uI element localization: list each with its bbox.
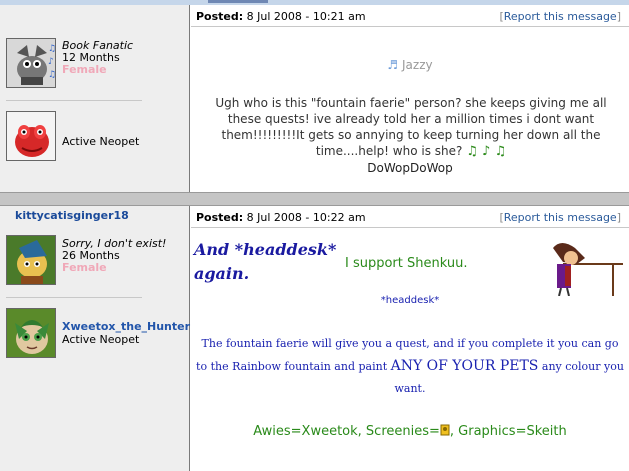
post2-pet-name[interactable]: Xweetox_the_Hunter	[62, 320, 190, 333]
post2-user-meta: Sorry, I don't exist! 26 Months Female	[62, 238, 166, 274]
post2-pet-status: Active Neopet	[62, 333, 140, 346]
post1-report: [Report this message]	[499, 10, 621, 23]
post1-pet-avatar[interactable]	[6, 111, 56, 161]
post2-headdesk-text: *headdesk*	[380, 295, 440, 306]
post1-author-divider	[6, 100, 142, 101]
post2-posted-label: Posted:	[196, 211, 244, 224]
post2-user-avatar[interactable]	[6, 235, 56, 285]
post2-username[interactable]: kittycatisginger18	[15, 209, 129, 222]
top-strip-accent	[208, 0, 268, 3]
post2-sig-a: Awies=Xweetok, Screenies=	[253, 424, 440, 439]
post1-posted-date: 8 Jul 2008 - 10:21 am	[246, 10, 366, 23]
post1-mood: ♬ Jazzy	[191, 58, 629, 72]
post2-username-text: kittycatisginger18	[15, 209, 129, 222]
post2-headline: And *headdesk* again.	[194, 240, 337, 283]
post1-message-panel: Posted: 8 Jul 2008 - 10:21 am [Report th…	[191, 5, 629, 192]
post2-sig-b: , Graphics=Skeith	[449, 424, 567, 439]
post2-user-gender: Female	[62, 261, 107, 274]
post1-pet-status: Active Neopet	[62, 135, 140, 148]
post2-posted-date: 8 Jul 2008 - 10:22 am	[246, 211, 366, 224]
post1-report-link[interactable]: Report this message	[504, 10, 617, 23]
post1-music-notes-icon: ♫ ♪ ♫	[48, 43, 58, 82]
post2-signature: Awies=Xweetok, Screenies= , Graphics=Skei…	[191, 423, 629, 439]
headdesk-icon	[541, 234, 623, 297]
post2-author-panel: kittycatisginger18 Sorry, I don't exist!…	[0, 206, 190, 471]
post2-pet-avatar[interactable]	[6, 308, 56, 358]
post2-report: [Report this message]	[499, 211, 621, 224]
post2-body-caps: ANY OF YOUR PETS	[390, 358, 539, 374]
post2-pet-info: Xweetox_the_Hunter Active Neopet	[62, 320, 190, 346]
post2-support-text: I support Shenkuu.	[345, 256, 468, 271]
post2-report-link[interactable]: Report this message	[504, 211, 617, 224]
post-separator	[0, 192, 629, 206]
post2-message-body: The fountain faerie will give you a ques…	[195, 333, 625, 400]
post1-user-meta: Book Fanatic 12 Months Female	[62, 40, 133, 76]
post1-posted-label: Posted:	[196, 10, 244, 23]
post1-signature: DoWopDoWop	[367, 161, 453, 175]
post2-message-panel: Posted: 8 Jul 2008 - 10:22 am [Report th…	[191, 206, 629, 471]
post2-posted: Posted: 8 Jul 2008 - 10:22 am	[196, 211, 366, 224]
post1-author-panel: Book Fanatic 12 Months Female ♫ ♪ ♫ Acti…	[0, 5, 190, 192]
post2-header: Posted: 8 Jul 2008 - 10:22 am [Report th…	[191, 206, 629, 228]
post1-posted: Posted: 8 Jul 2008 - 10:21 am	[196, 10, 366, 23]
post2-author-divider	[6, 297, 142, 298]
post1-header: Posted: 8 Jul 2008 - 10:21 am [Report th…	[191, 5, 629, 27]
post1-music-notes-text: ♫ ♪ ♫	[48, 44, 57, 80]
post1-mood-icon: ♬	[387, 58, 399, 72]
post1-body-text: Ugh who is this "fountain faerie" person…	[215, 96, 607, 158]
post1-mood-text: Jazzy	[402, 58, 433, 72]
post1-user-gender: Female	[62, 63, 107, 76]
screenie-icon	[440, 423, 450, 437]
post1-message-body: Ugh who is this "fountain faerie" person…	[201, 95, 621, 160]
post1-body-music-icon: ♫ ♪ ♫	[466, 144, 507, 159]
